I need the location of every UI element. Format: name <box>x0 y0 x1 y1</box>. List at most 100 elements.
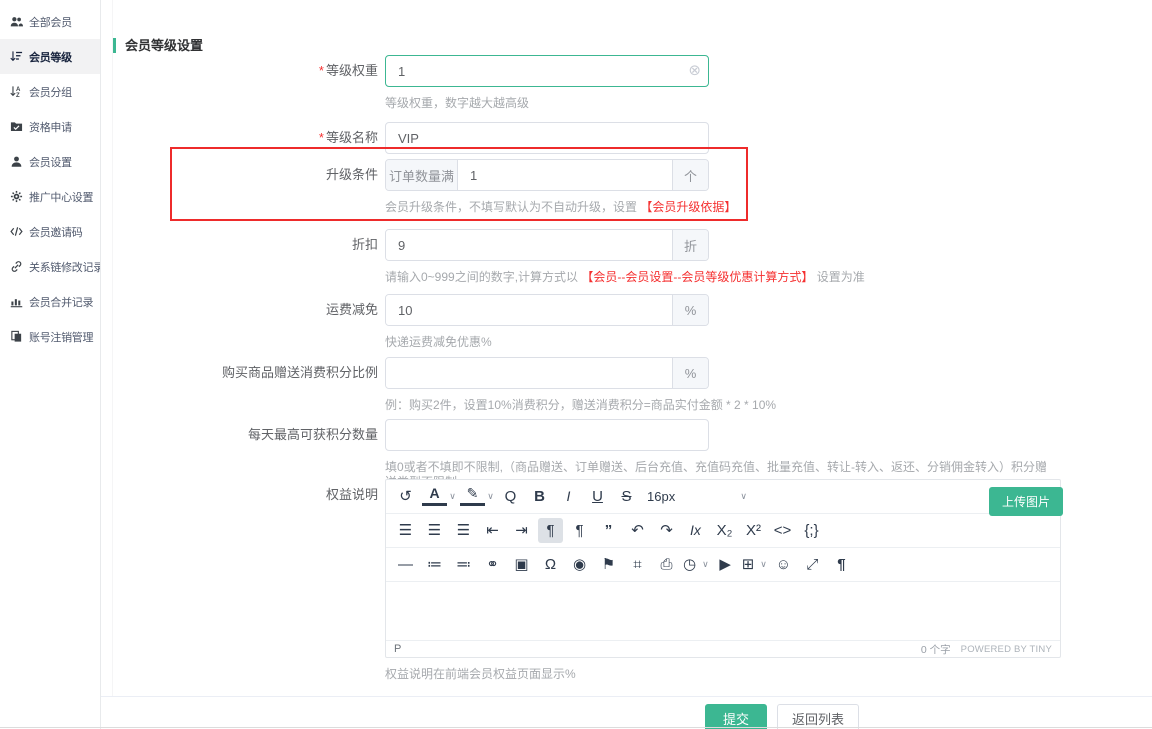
discount-input[interactable] <box>386 230 672 260</box>
submit-button[interactable]: 提交 <box>705 704 767 729</box>
level-name-input[interactable] <box>385 122 709 154</box>
upgrade-condition-label: 升级条件 <box>113 159 385 191</box>
anchor-icon[interactable]: ⚑ <box>596 552 621 577</box>
editor-element-path[interactable]: P <box>394 643 401 655</box>
level-weight-label: *等级权重 <box>113 55 385 87</box>
discount-row: 折扣 折 请输入0~999之间的数字,计算方式以 【会员--会员设置--会员等级… <box>113 229 1053 285</box>
editor-content-area[interactable] <box>386 582 1060 640</box>
bold-icon[interactable]: B <box>527 484 552 509</box>
blockquote-icon[interactable]: ” <box>596 518 621 543</box>
backcolor-caret-icon[interactable]: ∨ <box>485 484 496 509</box>
daily-points-cap-input[interactable] <box>385 419 709 451</box>
fontsize-select[interactable]: 16px∨ <box>643 484 751 509</box>
merge-record-icon <box>10 295 23 308</box>
align-right-icon[interactable]: ☰ <box>451 518 476 543</box>
align-center-icon[interactable]: ☰ <box>422 518 447 543</box>
level-weight-input[interactable] <box>385 55 709 87</box>
numlist-icon[interactable]: ≕ <box>451 552 476 577</box>
svg-text:Z: Z <box>16 93 20 98</box>
daily-points-cap-label: 每天最高可获积分数量 <box>113 419 385 451</box>
chevron-down-icon: ∨ <box>760 552 767 577</box>
searchreplace-icon[interactable]: Q <box>498 484 523 509</box>
sidebar-item-label: 会员设置 <box>29 154 72 170</box>
editor-toolbar-row-2: ☰☰☰⇤⇥¶¶”↶↷IxX₂X²<>{;} <box>386 514 1060 548</box>
indent-icon[interactable]: ⇥ <box>509 518 534 543</box>
qualification-icon <box>10 120 23 133</box>
window-bottom-edge <box>0 727 1152 728</box>
benefits-label: 权益说明 <box>113 479 385 511</box>
outdent-icon[interactable]: ⇤ <box>480 518 505 543</box>
sidebar-item-all-members[interactable]: 全部会员 <box>0 4 100 39</box>
link-icon[interactable]: ⚭ <box>480 552 505 577</box>
discount-helper: 请输入0~999之间的数字,计算方式以 【会员--会员设置--会员等级优惠计算方… <box>385 270 1053 285</box>
chevron-down-icon: ∨ <box>702 552 709 577</box>
history-icon[interactable]: ↺ <box>393 484 418 509</box>
subscript-icon[interactable]: X₂ <box>712 518 737 543</box>
sidebar-item-member-settings[interactable]: 会员设置 <box>0 144 100 179</box>
bullist-icon[interactable]: ≔ <box>422 552 447 577</box>
editor-toolbar-row-3: —≔≕⚭▣Ω◉⚑⌗⎙◷∨▶⊞∨☺⤢¶ <box>386 548 1060 582</box>
editor-word-count: 0 个字 <box>921 642 951 657</box>
rich-text-editor: 上传图片 ↺A∨✎∨QBIUS16px∨ ☰☰☰⇤⇥¶¶”↶↷IxX₂X²<>{… <box>385 479 1061 658</box>
image-icon[interactable]: ▣ <box>509 552 534 577</box>
rtl-icon[interactable]: ¶ <box>567 518 592 543</box>
ltr-icon[interactable]: ¶ <box>538 518 563 543</box>
users-icon <box>10 15 23 28</box>
svg-text:A: A <box>16 87 21 93</box>
table-icon[interactable]: ⊞∨ <box>742 552 767 577</box>
level-name-row: *等级名称 <box>113 122 1053 154</box>
upload-image-button[interactable]: 上传图片 <box>989 487 1063 516</box>
back-to-list-button[interactable]: 返回列表 <box>777 704 859 729</box>
emoticons-icon[interactable]: ☺ <box>771 552 796 577</box>
removeformat-icon[interactable]: Ix <box>683 518 708 543</box>
upgrade-condition-input[interactable] <box>458 160 672 190</box>
sidebar-item-account-cancel[interactable]: 账号注销管理 <box>0 319 100 354</box>
member-group-icon: AZ <box>10 85 23 98</box>
preview-icon[interactable]: ◉ <box>567 552 592 577</box>
sidebar-item-member-group[interactable]: AZ 会员分组 <box>0 74 100 109</box>
editor-toolbar-row-1: ↺A∨✎∨QBIUS16px∨ <box>386 480 1060 514</box>
sidebar-item-qualification[interactable]: 资格申请 <box>0 109 100 144</box>
codesample-icon[interactable]: {;} <box>799 518 824 543</box>
superscript-icon[interactable]: X² <box>741 518 766 543</box>
page-title: 会员等级设置 <box>113 38 203 53</box>
editor-status-bar: P 0 个字 POWERED BY TINY <box>386 640 1060 657</box>
forecolor-caret-icon[interactable]: ∨ <box>447 484 458 509</box>
italic-icon[interactable]: I <box>556 484 581 509</box>
member-level-icon <box>10 50 23 63</box>
charmap-icon[interactable]: Ω <box>538 552 563 577</box>
points-ratio-input[interactable] <box>386 358 672 388</box>
upgrade-condition-unit: 个 <box>672 160 708 190</box>
pagebreak-icon[interactable]: ⌗ <box>625 552 650 577</box>
sidebar-item-label: 账号注销管理 <box>29 329 93 345</box>
fullscreen-icon[interactable]: ⤢ <box>800 552 825 577</box>
sidebar-item-promotion-settings[interactable]: 推广中心设置 <box>0 179 100 214</box>
sidebar-item-merge-record[interactable]: 会员合并记录 <box>0 284 100 319</box>
code-icon[interactable]: <> <box>770 518 795 543</box>
sidebar-item-label: 资格申请 <box>29 119 72 135</box>
sidebar-item-invite-code[interactable]: 会员邀请码 <box>0 214 100 249</box>
forecolor-icon[interactable]: A <box>422 484 447 506</box>
sidebar-item-label: 全部会员 <box>29 14 72 30</box>
sidebar-item-relation-chain[interactable]: 关系链修改记录 <box>0 249 100 284</box>
upgrade-basis-link[interactable]: 【会员升级依据】 <box>640 200 736 214</box>
circle-close-icon[interactable]: ⊗ <box>688 63 701 78</box>
hr-icon[interactable]: — <box>393 552 418 577</box>
media-icon[interactable]: ▶ <box>713 552 738 577</box>
align-left-icon[interactable]: ☰ <box>393 518 418 543</box>
discount-calc-link[interactable]: 【会员--会员设置--会员等级优惠计算方式】 <box>581 270 813 284</box>
datetime-icon[interactable]: ◷∨ <box>683 552 709 577</box>
redo-icon[interactable]: ↷ <box>654 518 679 543</box>
undo-icon[interactable]: ↶ <box>625 518 650 543</box>
sidebar-item-label: 推广中心设置 <box>29 189 93 205</box>
strikethrough-icon[interactable]: S <box>614 484 639 509</box>
shipping-discount-input[interactable] <box>386 295 672 325</box>
form-footer: 提交 返回列表 <box>101 696 1152 729</box>
print-icon[interactable]: ⎙ <box>654 552 679 577</box>
underline-icon[interactable]: U <box>585 484 610 509</box>
upgrade-condition-type[interactable]: 订单数量满 <box>386 160 458 190</box>
backcolor-icon[interactable]: ✎ <box>460 484 485 506</box>
sidebar-item-member-level[interactable]: 会员等级 <box>0 39 100 74</box>
sidebar-item-label: 关系链修改记录 <box>29 259 100 275</box>
formatpaint-icon[interactable]: ¶ <box>829 552 854 577</box>
